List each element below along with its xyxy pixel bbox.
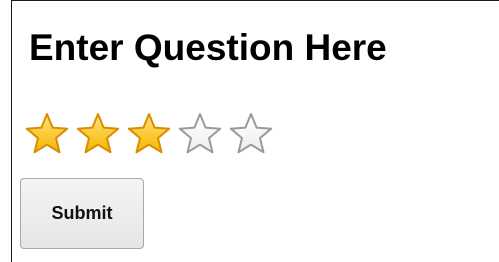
star-icon-1[interactable]	[23, 111, 71, 157]
star-icon-2[interactable]	[74, 111, 122, 157]
submit-button[interactable]: Submit	[20, 178, 144, 249]
star-icon-4[interactable]	[176, 111, 224, 157]
question-title: Enter Question Here	[29, 27, 387, 68]
star-icon-5[interactable]	[227, 111, 275, 157]
star-icon-3[interactable]	[125, 111, 173, 157]
star-rating[interactable]	[23, 111, 275, 157]
